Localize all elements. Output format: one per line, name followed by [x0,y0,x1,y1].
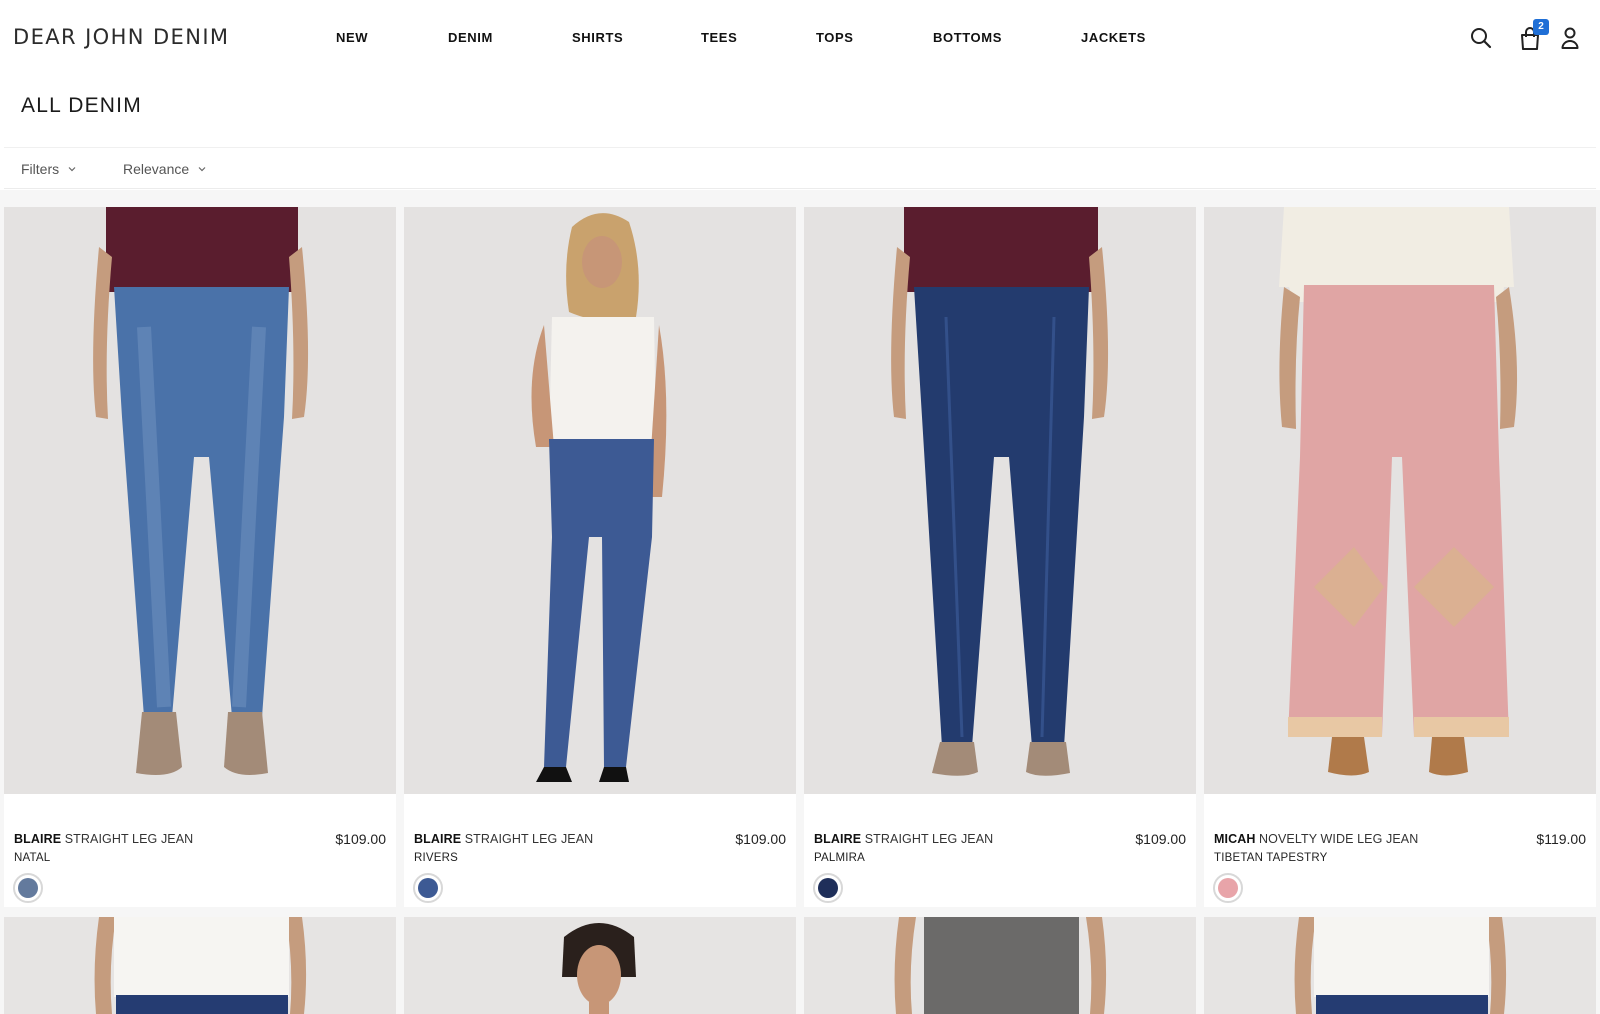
account-icon[interactable] [1560,26,1580,50]
color-swatch[interactable] [13,873,43,903]
product-variant: NATAL [14,852,51,864]
nav-tees[interactable]: TEES [701,30,737,45]
product-card[interactable]: BLAIRE STRAIGHT LEG JEAN NATAL $109.00 [4,207,396,907]
product-card[interactable]: BLAIRE STRAIGHT LEG JEAN PALMIRA $109.00 [804,207,1196,907]
nav-shirts[interactable]: SHIRTS [572,30,623,45]
product-info: BLAIRE STRAIGHT LEG JEAN RIVERS $109.00 [404,794,796,907]
product-card-image[interactable] [1204,917,1596,1014]
product-card-image[interactable] [804,917,1196,1014]
color-swatch[interactable] [1213,873,1243,903]
product-name[interactable]: MICAH NOVELTY WIDE LEG JEAN [1214,832,1418,846]
product-info: MICAH NOVELTY WIDE LEG JEAN TIBETAN TAPE… [1204,794,1596,907]
product-card-image[interactable] [4,917,396,1014]
nav-denim[interactable]: DENIM [448,30,493,45]
cart-count-badge: 2 [1533,19,1549,35]
page-title: ALL DENIM [21,94,142,117]
product-name[interactable]: BLAIRE STRAIGHT LEG JEAN [414,832,593,846]
product-image[interactable] [804,207,1196,794]
brand-logo[interactable]: DEAR JOHN DENIM [13,25,229,49]
product-price: $109.00 [735,831,786,847]
product-image[interactable] [1204,207,1596,794]
product-name[interactable]: BLAIRE STRAIGHT LEG JEAN [14,832,193,846]
product-variant: RIVERS [414,852,459,864]
filters-dropdown[interactable]: Filters [21,161,76,177]
product-price: $109.00 [1135,831,1186,847]
product-variant: TIBETAN TAPESTRY [1214,852,1328,864]
chevron-down-icon [68,167,76,172]
product-image[interactable] [404,207,796,794]
chevron-down-icon [198,167,206,172]
color-swatch[interactable] [413,873,443,903]
product-card[interactable]: MICAH NOVELTY WIDE LEG JEAN TIBETAN TAPE… [1204,207,1596,907]
sort-label: Relevance [123,161,190,177]
filter-sort-bar: Filters Relevance [4,147,1596,189]
product-price: $119.00 [1536,831,1586,847]
product-info: BLAIRE STRAIGHT LEG JEAN NATAL $109.00 [4,794,396,907]
product-price: $109.00 [335,831,386,847]
product-card-image[interactable] [404,917,796,1014]
sort-dropdown[interactable]: Relevance [123,161,206,177]
product-card[interactable]: BLAIRE STRAIGHT LEG JEAN RIVERS $109.00 [404,207,796,907]
nav-jackets[interactable]: JACKETS [1081,30,1146,45]
filters-label: Filters [21,161,60,177]
color-swatch[interactable] [813,873,843,903]
product-image[interactable] [4,207,396,794]
nav-tops[interactable]: TOPS [816,30,854,45]
product-name[interactable]: BLAIRE STRAIGHT LEG JEAN [814,832,993,846]
nav-bottoms[interactable]: BOTTOMS [933,30,1002,45]
product-variant: PALMIRA [814,852,866,864]
site-header: DEAR JOHN DENIM NEW DENIM SHIRTS TEES TO… [0,0,1600,76]
search-icon[interactable] [1470,27,1492,49]
product-info: BLAIRE STRAIGHT LEG JEAN PALMIRA $109.00 [804,794,1196,907]
nav-new[interactable]: NEW [336,30,368,45]
